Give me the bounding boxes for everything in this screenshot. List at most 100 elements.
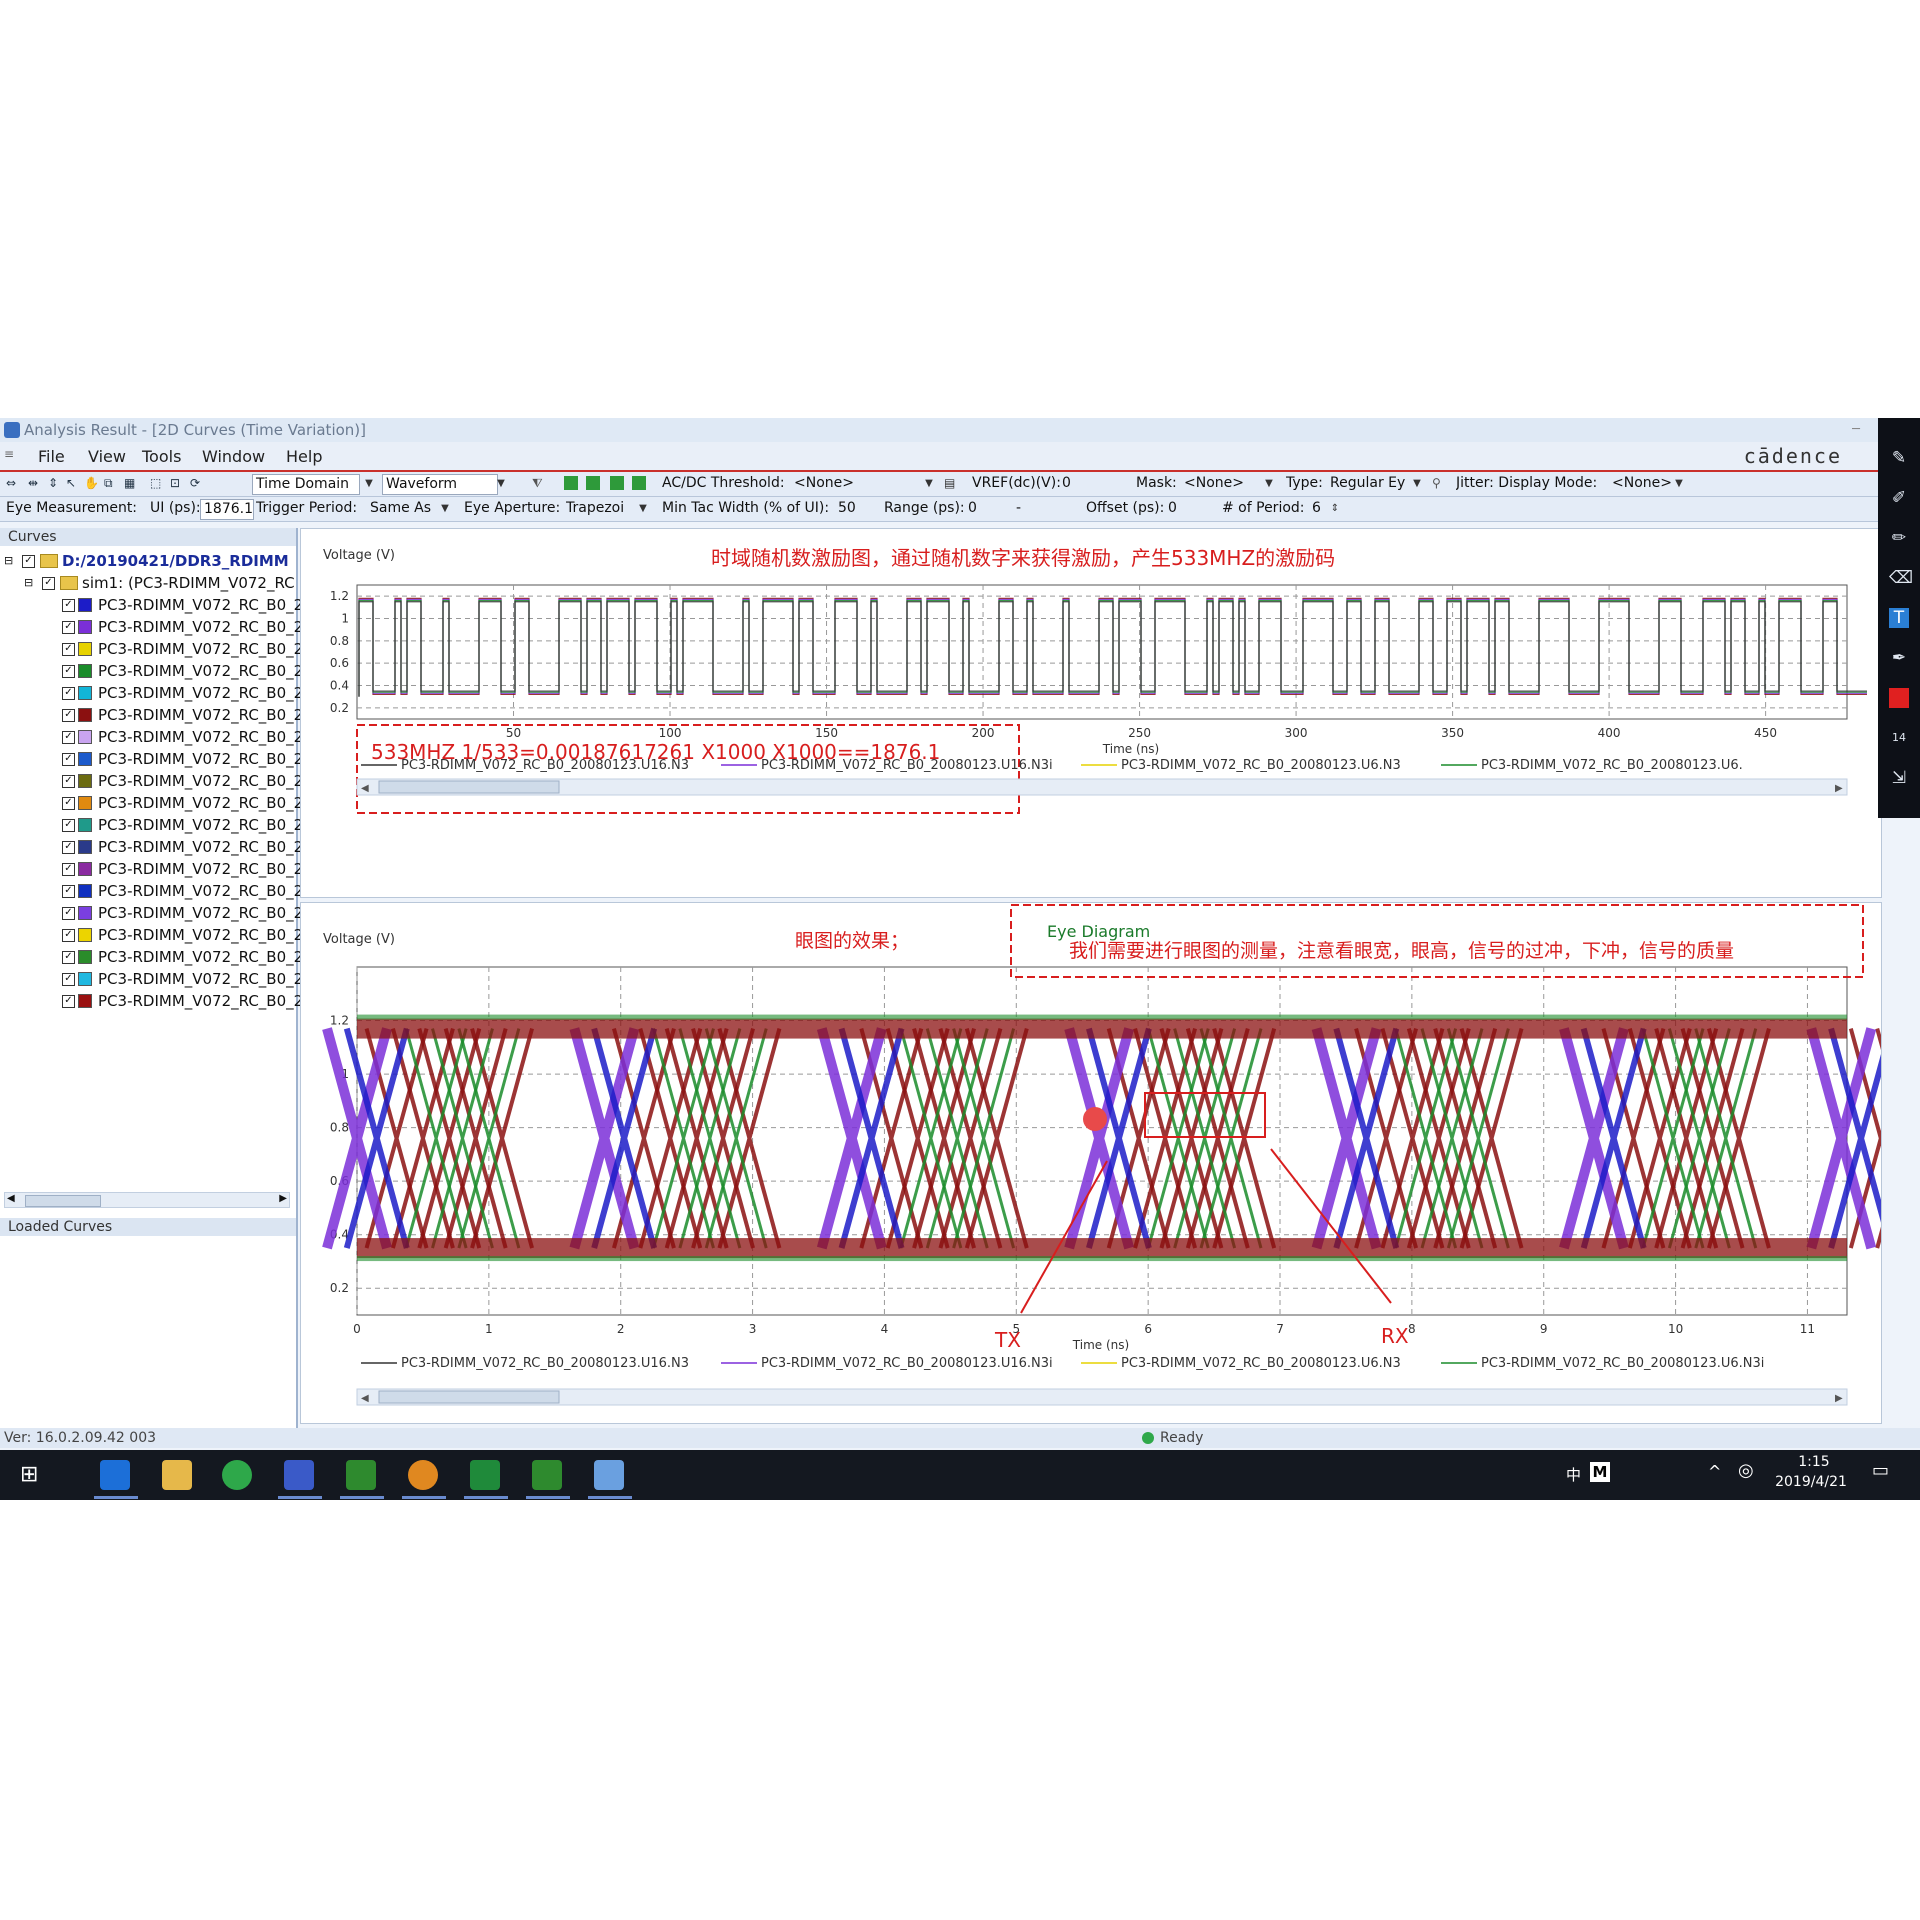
input-lang[interactable]: 中 <box>1566 1464 1581 1485</box>
waveform-chart[interactable]: Voltage (V) 1.2 1 0.8 0.6 0.4 0.2 50 100 150 200 25… <box>301 529 1881 897</box>
allegro-icon[interactable] <box>346 1460 376 1490</box>
menu-window[interactable]: Window <box>202 447 265 466</box>
curve-checkbox[interactable]: ✓ <box>62 621 75 634</box>
eye-green-icon-1[interactable] <box>564 476 578 490</box>
zoom-box-icon[interactable]: ⬚ <box>150 476 164 490</box>
jitter-select[interactable]: <None> <box>1612 474 1676 493</box>
range-input[interactable]: 0 <box>968 499 1008 518</box>
pan-left-right-icon[interactable]: ⇔ <box>6 476 20 490</box>
fit-icon[interactable]: ⊡ <box>170 476 184 490</box>
eye-green-icon-4[interactable] <box>632 476 646 490</box>
curve-checkbox[interactable]: ✓ <box>62 819 75 832</box>
notification-icon[interactable]: ▭ <box>1872 1460 1889 1481</box>
collapse-icon[interactable]: ⊟ <box>24 572 33 594</box>
type-select[interactable]: Regular Ey <box>1330 474 1408 493</box>
curve-checkbox[interactable]: ✓ <box>62 841 75 854</box>
highlighter-icon[interactable]: ✒ <box>1889 648 1909 668</box>
periods-input[interactable]: 6 <box>1312 499 1326 518</box>
curve-checkbox[interactable]: ✓ <box>62 973 75 986</box>
network-icon[interactable]: ◎ <box>1738 1460 1754 1481</box>
menu-help[interactable]: Help <box>286 447 322 466</box>
chevron-down-icon[interactable]: ▼ <box>1262 474 1276 493</box>
scrollbar-thumb[interactable] <box>25 1195 101 1207</box>
trigger-period-select[interactable]: Same As <box>370 499 434 518</box>
analysis-app-icon[interactable] <box>594 1460 624 1490</box>
pan-up-down-icon[interactable]: ⇕ <box>48 476 62 490</box>
range-input-2[interactable]: - <box>1016 499 1076 518</box>
search-app-icon[interactable] <box>408 1460 438 1490</box>
copy-icon[interactable]: ⧉ <box>104 476 118 490</box>
sim-checkbox[interactable]: ✓ <box>42 577 55 590</box>
grid-icon[interactable]: ▤ <box>944 476 958 490</box>
spinner-icon[interactable]: ⇕ <box>1328 499 1342 518</box>
curve-checkbox[interactable]: ✓ <box>62 709 75 722</box>
table-icon[interactable]: ▦ <box>124 476 138 490</box>
filter-icon[interactable]: ⧨ <box>532 476 546 490</box>
curve-checkbox[interactable]: ✓ <box>62 643 75 656</box>
jitter-icon[interactable]: ⚲ <box>1432 476 1446 490</box>
pen-icon[interactable]: ✎ <box>1889 448 1909 468</box>
curve-checkbox[interactable]: ✓ <box>62 951 75 964</box>
curve-checkbox[interactable]: ✓ <box>62 687 75 700</box>
chevron-up-icon[interactable]: ^ <box>1708 1462 1721 1481</box>
brush-icon[interactable]: ✏ <box>1889 528 1909 548</box>
minimize-icon[interactable]: ─ <box>1852 418 1860 442</box>
chevron-down-icon[interactable]: ▼ <box>494 474 508 493</box>
collapse-icon[interactable]: ⊟ <box>4 550 13 572</box>
ui-input[interactable]: 1876.1 <box>200 499 254 520</box>
chevron-down-icon[interactable]: ▼ <box>1672 474 1686 493</box>
curve-checkbox[interactable]: ✓ <box>62 863 75 876</box>
curve-checkbox[interactable]: ✓ <box>62 665 75 678</box>
min-tac-width-input[interactable]: 50 <box>838 499 860 518</box>
system-menu-icon[interactable]: ≡ <box>4 447 14 461</box>
eraser-icon[interactable]: ⌫ <box>1889 568 1913 588</box>
curves-scrollbar[interactable]: ◀ ▶ <box>4 1192 290 1208</box>
chevron-down-icon[interactable]: ▼ <box>1410 474 1424 493</box>
eye-green-icon-2[interactable] <box>586 476 600 490</box>
offset-input[interactable]: 0 <box>1168 499 1208 518</box>
curve-checkbox[interactable]: ✓ <box>62 599 75 612</box>
chevron-down-icon[interactable]: ▼ <box>362 474 376 493</box>
eye-diagram-chart[interactable]: Voltage (V)1.210.80.60.40.20 1 2 3 4 5 6 7 8 9 10 1… <box>74 903 1920 1423</box>
curve-checkbox[interactable]: ✓ <box>62 995 75 1008</box>
menu-file[interactable]: File <box>38 447 65 466</box>
curve-checkbox[interactable]: ✓ <box>62 775 75 788</box>
zoom-x-icon[interactable]: ⇹ <box>28 476 42 490</box>
domain-select[interactable]: Time Domain <box>252 474 360 495</box>
acdc-threshold-select[interactable]: <None> <box>794 474 914 493</box>
menu-tools[interactable]: Tools <box>142 447 181 466</box>
clock-time[interactable]: 1:15 <box>1784 1454 1844 1470</box>
menu-view[interactable]: View <box>88 447 126 466</box>
collapse-strip-icon[interactable]: ⇲ <box>1889 768 1909 788</box>
windows-start-icon[interactable]: ⊞ <box>20 1464 42 1486</box>
pointer-icon[interactable]: ↖ <box>66 476 80 490</box>
scroll-right-icon[interactable]: ▶ <box>279 1193 287 1204</box>
text-tool-icon[interactable]: T <box>1889 608 1909 628</box>
color-red-icon[interactable] <box>1889 688 1909 708</box>
plot-type-select[interactable]: Waveform <box>382 474 498 495</box>
word-icon[interactable] <box>284 1460 314 1490</box>
hand-icon[interactable]: ✋ <box>84 476 99 490</box>
pcb-editor-icon[interactable] <box>532 1460 562 1490</box>
clock-date[interactable]: 2019/4/21 <box>1766 1474 1856 1490</box>
curve-checkbox[interactable]: ✓ <box>62 753 75 766</box>
size-icon[interactable]: 14 <box>1889 728 1909 748</box>
curve-checkbox[interactable]: ✓ <box>62 929 75 942</box>
ime-mode[interactable]: M <box>1590 1462 1610 1482</box>
edge-icon[interactable] <box>100 1460 130 1490</box>
vref-input[interactable]: 0 <box>1062 474 1122 493</box>
curve-checkbox[interactable]: ✓ <box>62 797 75 810</box>
curve-checkbox[interactable]: ✓ <box>62 731 75 744</box>
curve-checkbox[interactable]: ✓ <box>62 907 75 920</box>
chevron-down-icon[interactable]: ▼ <box>438 499 452 518</box>
eye-green-icon-3[interactable] <box>610 476 624 490</box>
chevron-down-icon[interactable]: ▼ <box>922 474 936 493</box>
refresh-app-icon[interactable] <box>222 1460 252 1490</box>
marker-icon[interactable]: ✐ <box>1889 488 1909 508</box>
file-explorer-icon[interactable] <box>162 1460 192 1490</box>
refresh-icon[interactable]: ⟳ <box>190 476 204 490</box>
mask-select[interactable]: <None> <box>1184 474 1264 493</box>
chevron-down-icon[interactable]: ▼ <box>636 499 650 518</box>
root-checkbox[interactable]: ✓ <box>22 555 35 568</box>
sigxplorer-icon[interactable] <box>470 1460 500 1490</box>
